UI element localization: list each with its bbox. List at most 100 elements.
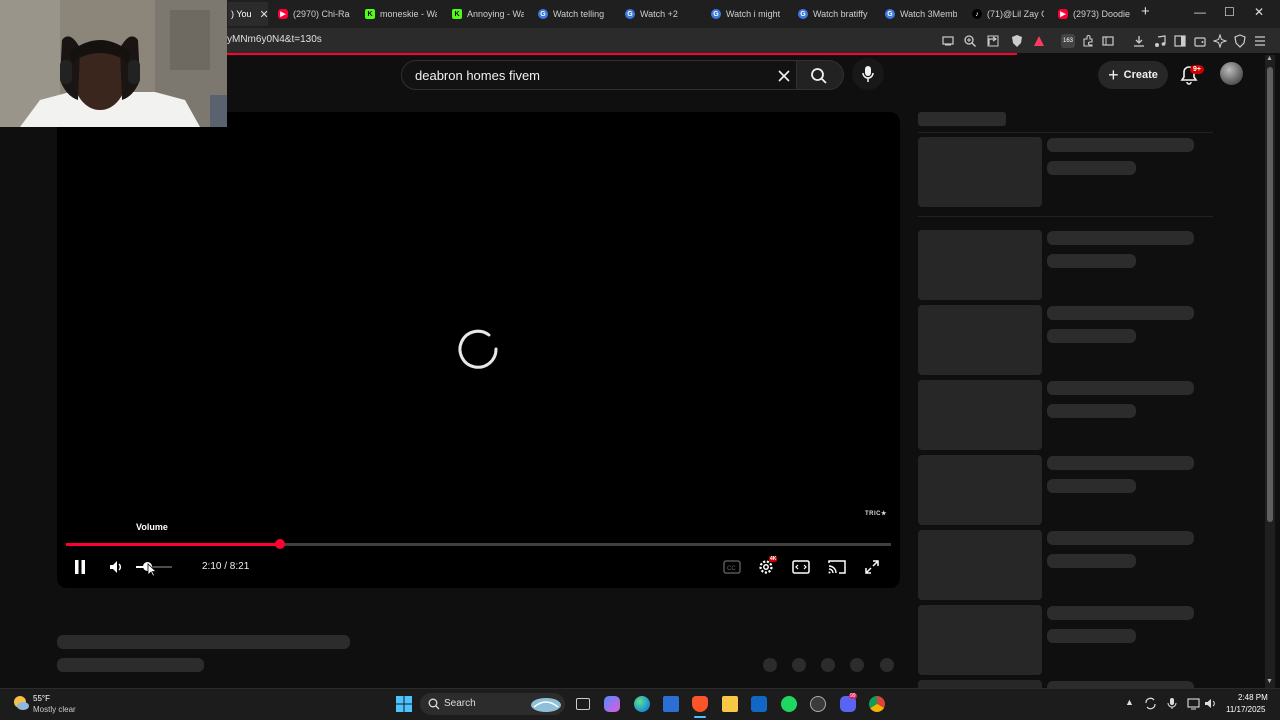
vpn-shield-icon[interactable] — [1233, 34, 1247, 48]
tab-label: Watch +2 — [640, 9, 678, 19]
extension-badge-icon[interactable]: 163 — [1061, 34, 1075, 48]
text-skeleton — [1047, 479, 1136, 493]
extensions-puzzle-icon[interactable] — [1081, 34, 1095, 48]
cast-icon[interactable] — [828, 559, 846, 575]
search-icon — [811, 68, 827, 84]
weather-description[interactable]: Mostly clear — [33, 705, 76, 714]
progress-scrubber[interactable] — [274, 539, 285, 549]
reading-mode-icon[interactable] — [1173, 34, 1187, 48]
thumbnail-skeleton — [918, 530, 1042, 600]
page-load-progress — [227, 53, 1017, 55]
share-icon[interactable] — [986, 34, 1000, 48]
chrome-browser-icon[interactable] — [869, 696, 885, 712]
text-skeleton — [1047, 381, 1194, 395]
tab-annoying[interactable]: K Annoying - Wa — [452, 2, 524, 26]
scroll-down-arrow-icon[interactable]: ▼ — [1266, 678, 1273, 685]
tray-microphone-icon[interactable] — [1166, 697, 1178, 710]
weather-temperature[interactable]: 55°F — [33, 694, 50, 703]
tab-watch-2[interactable]: G Watch +2 — [625, 2, 697, 26]
tray-chevron-icon[interactable]: ▲ — [1125, 697, 1134, 707]
weather-icon[interactable] — [12, 694, 30, 712]
tab-watch-i-might[interactable]: G Watch i might — [711, 2, 783, 26]
file-explorer-icon[interactable] — [722, 696, 738, 712]
brave-browser-icon[interactable] — [692, 696, 708, 712]
voice-search-button[interactable] — [852, 58, 884, 90]
taskbar-search-box[interactable]: Search — [420, 693, 565, 715]
volume-icon[interactable] — [108, 559, 124, 575]
copilot-icon[interactable] — [604, 696, 620, 712]
brave-shield-icon[interactable] — [1010, 34, 1024, 48]
tab-label: (2973) Doodie — [1073, 9, 1130, 19]
task-view-icon[interactable] — [576, 698, 590, 710]
action-skeleton-5 — [880, 658, 894, 672]
maximize-button[interactable]: ☐ — [1224, 5, 1235, 19]
webcam-feed-image — [0, 0, 227, 127]
zoom-icon[interactable] — [963, 34, 977, 48]
close-tab-icon[interactable]: ✕ — [260, 8, 268, 21]
leo-ai-icon[interactable] — [1213, 34, 1227, 48]
search-query-text: deabron homes fivem — [415, 68, 541, 83]
video-player[interactable]: TRIC★ Volume 2:10 / 8:21 CC 4K — [57, 112, 900, 588]
brave-rewards-icon[interactable] — [1032, 34, 1046, 48]
sidebar-panel-icon[interactable] — [1101, 34, 1115, 48]
outlook-icon[interactable] — [751, 696, 767, 712]
theater-mode-icon[interactable] — [792, 559, 810, 575]
notification-count-badge: 9+ — [1190, 65, 1204, 74]
edge-browser-icon[interactable] — [634, 696, 650, 712]
sidebar-divider — [918, 132, 1213, 133]
text-skeleton — [1047, 456, 1194, 470]
minimize-button[interactable]: — — [1194, 5, 1206, 19]
tray-sync-icon[interactable] — [1144, 697, 1157, 710]
tab-watch-bratiffy[interactable]: G Watch bratiffy — [798, 2, 870, 26]
captions-icon[interactable]: CC — [723, 559, 741, 575]
title-skeleton — [57, 635, 350, 649]
search-input[interactable]: deabron homes fivem — [401, 60, 797, 90]
tab-watch-3memb[interactable]: G Watch 3Memb — [885, 2, 957, 26]
discord-badge: 99 — [849, 693, 857, 699]
text-skeleton — [1047, 254, 1136, 268]
kick-icon: K — [365, 9, 375, 19]
tab-label: Watch bratiffy — [813, 9, 868, 19]
create-button[interactable]: + Create — [1098, 61, 1168, 89]
text-skeleton — [1047, 531, 1194, 545]
download-icon[interactable] — [1132, 34, 1146, 48]
url-field[interactable]: yMNm6y0N4&t=130s — [227, 34, 322, 45]
text-skeleton — [1047, 629, 1136, 643]
clock-date[interactable]: 11/17/2025 — [1226, 705, 1265, 714]
tab-doodie[interactable]: ▶ (2973) Doodie — [1058, 2, 1130, 26]
fan-app-icon[interactable] — [810, 696, 826, 712]
tab-lil-zay[interactable]: ♪ (71)@Lil Zay O — [972, 2, 1044, 26]
search-button[interactable] — [796, 60, 844, 90]
tab-watch-telling[interactable]: G Watch telling — [538, 2, 610, 26]
new-tab-button[interactable]: + — [1141, 3, 1150, 20]
tab-label: (71)@Lil Zay O — [987, 9, 1044, 19]
tray-speaker-icon[interactable] — [1204, 697, 1217, 710]
cast-tab-icon[interactable] — [941, 34, 955, 48]
microsoft-store-icon[interactable] — [663, 696, 679, 712]
meta-skeleton — [57, 658, 204, 672]
account-avatar[interactable] — [1220, 62, 1243, 85]
sidebar-divider — [918, 216, 1213, 217]
menu-icon[interactable] — [1253, 34, 1267, 48]
media-icon[interactable] — [1153, 34, 1167, 48]
loading-spinner-icon — [458, 329, 498, 369]
action-skeleton-3 — [821, 658, 835, 672]
tab-label: Annoying - Wa — [467, 9, 524, 19]
tab-youtube-active[interactable]: ) You ✕ — [228, 2, 268, 26]
windows-start-icon[interactable] — [396, 696, 412, 712]
fullscreen-icon[interactable] — [864, 559, 880, 575]
tab-chi-raq[interactable]: ▶ (2970) Chi-Raq — [278, 2, 350, 26]
youtube-icon: ▶ — [278, 9, 288, 19]
clock-time[interactable]: 2:48 PM — [1238, 693, 1268, 702]
tray-display-icon[interactable] — [1187, 697, 1200, 710]
scrollbar-thumb[interactable] — [1267, 67, 1273, 522]
pause-button[interactable] — [73, 559, 87, 575]
clear-search-icon[interactable] — [777, 69, 791, 83]
progress-bar[interactable] — [66, 539, 891, 549]
tab-moneskie[interactable]: K moneskie - Wa — [365, 2, 437, 26]
wallet-icon[interactable] — [1193, 34, 1207, 48]
spotify-icon[interactable] — [781, 696, 797, 712]
close-window-button[interactable]: ✕ — [1254, 5, 1264, 19]
kick-icon: K — [452, 9, 462, 19]
scroll-up-arrow-icon[interactable]: ▲ — [1266, 55, 1273, 62]
